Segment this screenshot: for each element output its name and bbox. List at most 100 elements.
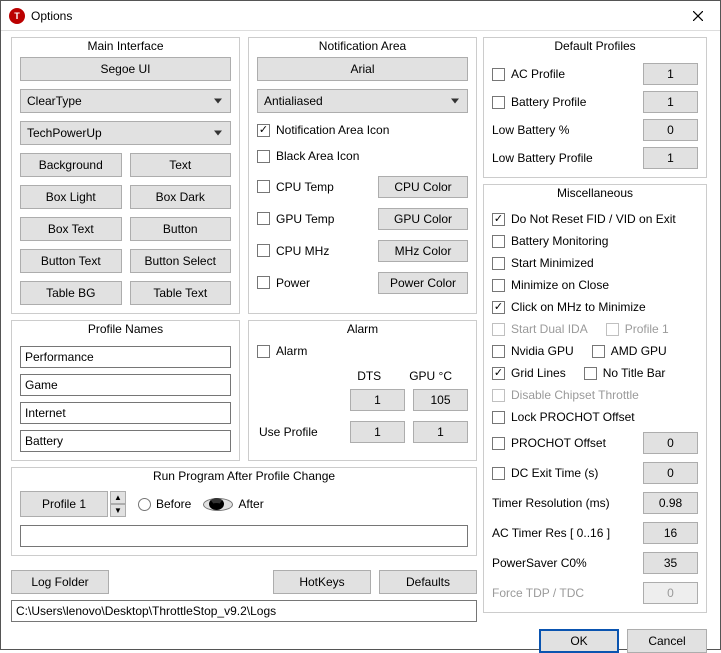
psaver-value[interactable]: 35 xyxy=(643,552,698,574)
app-icon: T xyxy=(9,8,25,24)
profile1-input[interactable] xyxy=(20,346,231,368)
tablebg-button[interactable]: Table BG xyxy=(20,281,122,305)
log-folder-button[interactable]: Log Folder xyxy=(11,570,109,594)
grid-checkbox[interactable]: Grid Lines xyxy=(492,366,566,380)
theme-select[interactable]: TechPowerUp xyxy=(20,121,231,145)
cpu-temp-checkbox[interactable]: CPU Temp xyxy=(257,180,334,194)
window-title: Options xyxy=(31,9,676,23)
boxlight-button[interactable]: Box Light xyxy=(20,185,122,209)
prochot-checkbox[interactable]: PROCHOT Offset xyxy=(492,436,606,450)
profile-spinner[interactable]: Profile 1 ▲ ▼ xyxy=(20,491,126,517)
dts-value[interactable]: 1 xyxy=(350,389,405,411)
log-path-input[interactable] xyxy=(11,600,477,622)
render-select[interactable]: ClearType xyxy=(20,89,231,113)
dcexit-value[interactable]: 0 xyxy=(643,462,698,484)
prochot-value[interactable]: 0 xyxy=(643,432,698,454)
boxdark-button[interactable]: Box Dark xyxy=(130,185,232,209)
before-radio[interactable]: Before xyxy=(138,497,191,511)
run-program-group: Run Program After Profile Change Profile… xyxy=(11,467,477,556)
cancel-button[interactable]: Cancel xyxy=(627,629,707,653)
gpu-temp-checkbox[interactable]: GPU Temp xyxy=(257,212,334,226)
ac-profile-checkbox[interactable]: AC Profile xyxy=(492,67,565,81)
dcexit-checkbox[interactable]: DC Exit Time (s) xyxy=(492,466,598,480)
run-program-path-input[interactable] xyxy=(20,525,468,547)
notif-icon-checkbox[interactable]: Notification Area Icon xyxy=(257,123,389,137)
tabletext-button[interactable]: Table Text xyxy=(130,281,232,305)
timer-label: Timer Resolution (ms) xyxy=(492,496,610,510)
battery-profile-value[interactable]: 1 xyxy=(643,91,698,113)
low-battery-pct-value[interactable]: 0 xyxy=(643,119,698,141)
checkbox-icon xyxy=(492,68,505,81)
profile4-input[interactable] xyxy=(20,430,231,452)
profile-spinner-button[interactable]: Profile 1 xyxy=(20,491,108,517)
amd-checkbox[interactable]: AMD GPU xyxy=(592,344,667,358)
boxtext-button[interactable]: Box Text xyxy=(20,217,122,241)
alarm-title: Alarm xyxy=(257,320,468,340)
notitle-checkbox[interactable]: No Title Bar xyxy=(584,366,666,380)
actimer-value[interactable]: 16 xyxy=(643,522,698,544)
checkbox-icon xyxy=(257,244,270,257)
bat-monitor-checkbox[interactable]: Battery Monitoring xyxy=(492,234,608,248)
checkbox-icon xyxy=(492,257,505,270)
after-radio[interactable]: After xyxy=(203,497,263,511)
run-program-title: Run Program After Profile Change xyxy=(20,467,468,487)
checkbox-icon xyxy=(492,213,505,226)
power-checkbox[interactable]: Power xyxy=(257,276,310,290)
checkbox-icon xyxy=(492,367,505,380)
use-profile-1[interactable]: 1 xyxy=(350,421,405,443)
main-interface-title: Main Interface xyxy=(20,37,231,57)
gpu-header: GPU °C xyxy=(409,369,452,383)
start-min-checkbox[interactable]: Start Minimized xyxy=(492,256,594,270)
battery-profile-checkbox[interactable]: Battery Profile xyxy=(492,95,586,109)
checkbox-icon xyxy=(492,301,505,314)
profile2-input[interactable] xyxy=(20,374,231,396)
use-profile-label: Use Profile xyxy=(259,425,318,439)
lock-prochot-checkbox[interactable]: Lock PROCHOT Offset xyxy=(492,410,635,424)
forcetdp-value: 0 xyxy=(643,582,698,604)
checkbox-icon xyxy=(492,235,505,248)
gpu-color-button[interactable]: GPU Color xyxy=(378,208,468,230)
notif-render-select[interactable]: Antialiased xyxy=(257,89,468,113)
use-profile-2[interactable]: 1 xyxy=(413,421,468,443)
notif-font-button[interactable]: Arial xyxy=(257,57,468,81)
cpu-color-button[interactable]: CPU Color xyxy=(378,176,468,198)
cpu-mhz-checkbox[interactable]: CPU MHz xyxy=(257,244,329,258)
alarm-checkbox[interactable]: Alarm xyxy=(257,344,307,358)
main-font-button[interactable]: Segoe UI xyxy=(20,57,231,81)
nvidia-checkbox[interactable]: Nvidia GPU xyxy=(492,344,574,358)
profile3-input[interactable] xyxy=(20,402,231,424)
spinner-up-icon[interactable]: ▲ xyxy=(110,491,126,504)
low-battery-profile-label: Low Battery Profile xyxy=(492,151,593,165)
ok-button[interactable]: OK xyxy=(539,629,619,653)
mhz-color-button[interactable]: MHz Color xyxy=(378,240,468,262)
spinner-down-icon[interactable]: ▼ xyxy=(110,504,126,517)
forcetdp-label: Force TDP / TDC xyxy=(492,586,584,600)
click-mhz-checkbox[interactable]: Click on MHz to Minimize xyxy=(492,300,646,314)
text-button[interactable]: Text xyxy=(130,153,232,177)
defaults-button[interactable]: Defaults xyxy=(379,570,477,594)
min-close-checkbox[interactable]: Minimize on Close xyxy=(492,278,609,292)
ac-profile-value[interactable]: 1 xyxy=(643,63,698,85)
button-button[interactable]: Button xyxy=(130,217,232,241)
checkbox-icon xyxy=(584,367,597,380)
timer-value[interactable]: 0.98 xyxy=(643,492,698,514)
gpu-value[interactable]: 105 xyxy=(413,389,468,411)
default-profiles-title: Default Profiles xyxy=(492,37,698,57)
power-color-button[interactable]: Power Color xyxy=(378,272,468,294)
checkbox-icon xyxy=(492,323,505,336)
close-button[interactable] xyxy=(676,1,720,31)
checkbox-icon xyxy=(492,345,505,358)
checkbox-icon xyxy=(492,389,505,402)
checkbox-icon xyxy=(492,437,505,450)
checkbox-icon xyxy=(606,323,619,336)
background-button[interactable]: Background xyxy=(20,153,122,177)
radio-icon xyxy=(138,498,151,511)
black-area-checkbox[interactable]: Black Area Icon xyxy=(257,149,359,163)
no-reset-checkbox[interactable]: Do Not Reset FID / VID on Exit xyxy=(492,212,676,226)
buttontext-button[interactable]: Button Text xyxy=(20,249,122,273)
low-battery-profile-value[interactable]: 1 xyxy=(643,147,698,169)
buttonselect-button[interactable]: Button Select xyxy=(130,249,232,273)
notification-title: Notification Area xyxy=(257,37,468,57)
main-interface-group: Main Interface Segoe UI ClearType TechPo… xyxy=(11,37,240,314)
hotkeys-button[interactable]: HotKeys xyxy=(273,570,371,594)
